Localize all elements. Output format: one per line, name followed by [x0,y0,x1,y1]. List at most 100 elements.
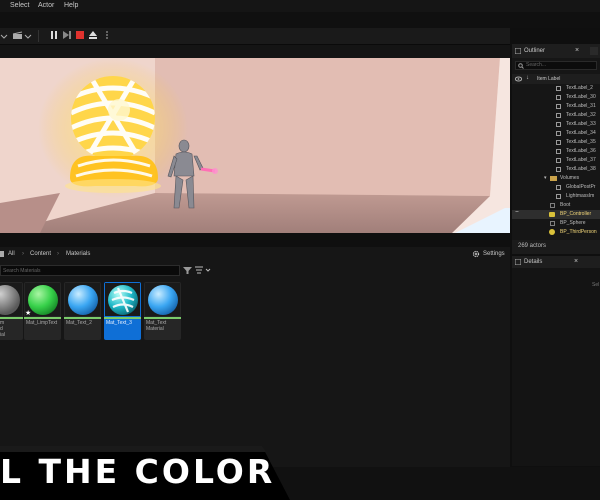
asset-thumbnail [105,283,140,316]
main-toolbar [0,28,510,45]
status-bar [270,467,600,500]
eject-icon[interactable] [89,31,97,39]
outliner-icon [515,48,521,54]
asset-tile[interactable]: Mat_Text_2 [64,282,101,340]
outliner-row[interactable]: BP_Sphere [512,219,600,228]
asset-tile[interactable]: m d ial [0,282,23,340]
menu-actor[interactable]: Actor [38,2,54,9]
asset-type-bar [0,317,23,319]
outliner-row[interactable]: TextLabel_32 [512,111,600,120]
asset-name: Mat_Text Material [146,320,167,332]
details-panel: Details × Sel [512,256,600,466]
outliner-row[interactable]: TextLabel_33 [512,120,600,129]
star-icon: ★ [25,310,32,317]
details-hint: Sel [592,282,600,288]
pause-icon[interactable] [50,31,58,39]
gamepad-icon [549,212,555,217]
menu-help[interactable]: Help [64,2,78,9]
asset-type-bar [64,317,101,319]
skip-frame-icon[interactable] [63,31,71,39]
asset-type-bar [104,317,141,319]
text-actor-icon [556,95,561,100]
settings-button[interactable]: Settings [483,251,505,257]
content-search-input[interactable]: Search Materials [0,265,180,276]
text-actor-icon [556,149,561,154]
clapper-icon[interactable] [12,31,24,40]
outliner-row[interactable]: TextLabel_34 [512,129,600,138]
asset-name: Mat_LimpText [26,320,58,326]
outliner-row-folder[interactable]: ▾ Volumes [512,174,600,183]
details-title: Details [524,259,543,265]
asset-tile[interactable]: Mat_Text Material [144,282,181,340]
content-search-placeholder: Search Materials [3,268,41,274]
outliner-column-header: ↓ Item Label [512,74,600,84]
text-actor-icon [556,113,561,118]
outliner-row[interactable]: TextLabel_36 [512,147,600,156]
asset-tile-selected[interactable]: Mat_Text_3 [104,282,141,340]
outliner-row[interactable]: BP_Controller [512,210,600,219]
viewport-scene [0,58,510,233]
asset-thumbnail [0,283,22,316]
breadcrumb-separator-icon: › [57,251,59,257]
close-icon[interactable]: × [575,47,579,54]
breadcrumb-all[interactable]: All [8,251,15,257]
outliner-row[interactable]: BP_ThirdPerson [512,228,600,237]
banner-text: L THE COLOR [0,452,276,491]
pawn-icon [549,229,555,235]
panel-restore-icon[interactable] [590,47,598,55]
breadcrumb-materials[interactable]: Materials [66,251,90,257]
stripe-pattern-icon [111,287,135,313]
outliner-row[interactable]: LightmassIm [512,192,600,201]
asset-tile[interactable]: ★ Mat_LimpText [24,282,61,340]
close-icon[interactable]: × [574,258,578,265]
outliner-tab[interactable]: Outliner × [512,44,600,58]
folder-icon [550,176,557,181]
eye-icon[interactable] [515,76,522,82]
outliner-footer: 269 actors [512,240,600,254]
outliner-row[interactable]: TextLabel_31 [512,102,600,111]
column-item-label[interactable]: Item Label [537,76,560,82]
outliner-row[interactable]: Boot [512,201,600,210]
asset-name: Mat_Text_2 [66,320,92,326]
outliner-panel: Outliner × Search... ↓ Item Label TextLa… [512,44,600,240]
asset-type-bar [24,317,61,319]
outliner-row[interactable]: TextLabel_37 [512,156,600,165]
text-actor-icon [556,140,561,145]
asset-name: m d ial [0,320,6,338]
outliner-row[interactable]: TextLabel_38 [512,165,600,174]
outliner-row[interactable]: TextLabel_2 [512,84,600,93]
material-sphere-icon [28,285,58,315]
chevron-down-icon[interactable] [0,32,8,40]
more-options-icon[interactable] [103,31,111,39]
asset-thumbnail [145,283,180,316]
chevron-down-icon[interactable] [24,32,32,40]
menu-select[interactable]: Select [10,2,29,9]
outliner-row[interactable]: TextLabel_35 [512,138,600,147]
filter-icon[interactable] [183,266,192,275]
sources-toggle-icon[interactable] [0,251,4,257]
chevron-down-icon[interactable]: ▾ [544,174,547,183]
gear-icon[interactable] [472,250,480,258]
text-actor-icon [556,122,561,127]
text-actor-icon [556,86,561,91]
actor-count: 269 actors [518,243,547,249]
breadcrumb-content[interactable]: Content [30,251,51,257]
sort-options-icon[interactable] [195,266,211,275]
material-sphere-icon [0,285,20,315]
static-mesh-icon [550,203,555,208]
outliner-search-input[interactable]: Search... [515,61,597,70]
details-icon [515,259,521,265]
sort-arrow-icon[interactable]: ↓ [526,75,529,81]
outliner-search-placeholder: Search... [526,62,547,68]
asset-type-bar [144,317,181,319]
visibility-toggle-icon[interactable]: ⌣ [515,209,519,216]
breadcrumb-separator-icon: › [22,251,24,257]
outliner-row[interactable]: TextLabel_30 [512,93,600,102]
outliner-row[interactable]: GlobalPostPr [512,183,600,192]
material-sphere-icon [68,285,98,315]
content-browser-header: All › Content › Materials Settings [0,247,510,262]
asset-thumbnail [65,283,100,316]
stop-icon[interactable] [76,31,84,39]
level-viewport[interactable] [0,58,510,233]
details-tab[interactable]: Details × [512,256,600,268]
